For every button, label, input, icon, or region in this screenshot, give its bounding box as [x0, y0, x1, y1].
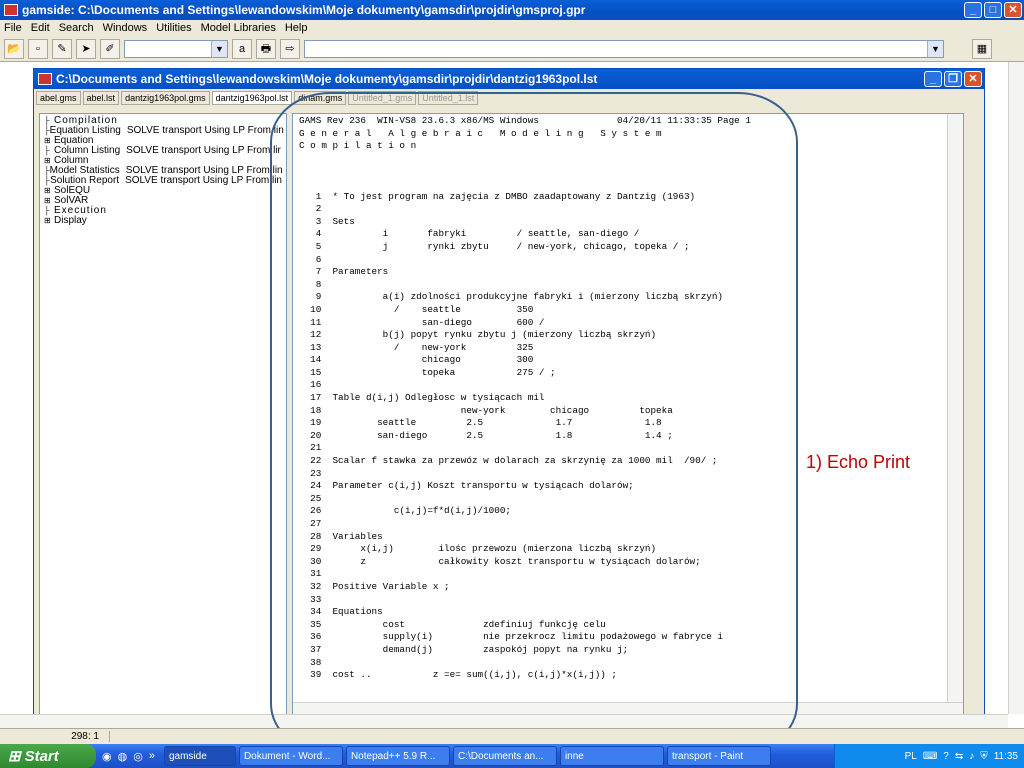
chevron-down-icon[interactable]: ▼: [927, 40, 943, 57]
minimize-button[interactable]: _: [924, 71, 942, 87]
restore-button[interactable]: ❐: [944, 71, 962, 87]
tree-line-icon: ├: [44, 206, 50, 215]
tab-dantzig1963pol-lst[interactable]: dantzig1963pol.lst: [211, 91, 293, 105]
taskbar-item[interactable]: Notepad++ 5.9 R...: [345, 746, 450, 766]
tab-dantzig1963pol-gms[interactable]: dantzig1963pol.gms: [121, 91, 210, 105]
taskbar-item[interactable]: Dokument - Word...: [238, 746, 343, 766]
taskbar-item[interactable]: transport - Paint: [666, 746, 771, 766]
taskbar-item[interactable]: gamside: [163, 746, 236, 766]
listing-pane[interactable]: GAMS Rev 236 WIN-VS8 23.6.3 x86/MS Windo…: [292, 113, 964, 717]
taskbar-item[interactable]: inne: [559, 746, 664, 766]
tab-dinam-gms[interactable]: dinam.gms: [294, 91, 347, 105]
chevron-down-icon[interactable]: ▼: [211, 40, 227, 57]
menu-item-utilities[interactable]: Utilities: [156, 22, 191, 34]
tab-abel-lst[interactable]: abel.lst: [82, 91, 120, 105]
font-icon[interactable]: a: [232, 38, 252, 59]
menu-item-search[interactable]: Search: [59, 22, 94, 34]
gamside-app-icon: [4, 4, 18, 16]
options-icon[interactable]: ✐: [100, 38, 120, 59]
model-icon[interactable]: ✎: [52, 38, 72, 59]
model-library-icon[interactable]: ▦: [972, 38, 992, 59]
windows-logo-icon: ⊞: [8, 748, 21, 765]
close-button[interactable]: ✕: [1004, 2, 1022, 18]
minimize-button[interactable]: _: [964, 2, 982, 18]
listing-window-title: C:\Documents and Settings\lewandowskim\M…: [56, 72, 598, 86]
window-title: gamside: C:\Documents and Settings\lewan…: [22, 3, 586, 17]
open-folder-icon[interactable]: 📂: [4, 38, 24, 59]
toolbar: 📂 ▫ ✎ ➤ ✐ ▼ a 🖶 ⇨ ▼ ▦: [0, 36, 1024, 62]
taskbar: ⊞ Start ◉ ◍ ◎ » gamside Dokument - Word..…: [0, 744, 1024, 768]
tab-untitled-1-gms[interactable]: Untitled_1.gms: [348, 91, 417, 105]
taskbar-item[interactable]: C:\Documents an...: [452, 746, 557, 766]
tree-item-desc: SOLVE transport Using LP From lin: [126, 125, 284, 136]
save-icon[interactable]: ▫: [28, 38, 48, 59]
tree-item-desc: SOLVE transport Using LP From lin: [125, 175, 282, 186]
tab-untitled-1-lst[interactable]: Untitled_1.lst: [418, 91, 479, 105]
window-titlebar[interactable]: gamside: C:\Documents and Settings\lewan…: [0, 0, 1024, 20]
options-combo[interactable]: ▼: [124, 39, 228, 58]
start-button[interactable]: ⊞ Start: [0, 744, 96, 768]
run-icon[interactable]: ➤: [76, 38, 96, 59]
keyboard-icon[interactable]: ⌨: [923, 751, 937, 762]
firefox-icon[interactable]: ◉: [102, 750, 112, 763]
vertical-scrollbar[interactable]: [947, 114, 963, 716]
next-icon[interactable]: ⇨: [280, 38, 300, 59]
listing-tree[interactable]: ├ Compilation ├ Equation Listing SOLVE trans…: [39, 113, 287, 717]
language-indicator[interactable]: PL: [905, 751, 917, 762]
expand-icon[interactable]: ⊞: [44, 196, 54, 206]
listing-text: GAMS Rev 236 WIN-VS8 23.6.3 x86/MS Windo…: [299, 115, 751, 681]
menu-item-model-libraries[interactable]: Model Libraries: [201, 22, 276, 34]
clock: 11:35: [993, 750, 1018, 762]
shield-icon[interactable]: ⛨: [980, 751, 988, 762]
help-icon[interactable]: ?: [943, 751, 949, 762]
browser-icon[interactable]: ◍: [118, 750, 128, 763]
quick-launch-chevron[interactable]: »: [149, 750, 155, 763]
outer-horizontal-scrollbar[interactable]: [0, 714, 1008, 728]
expand-icon[interactable]: ⊞: [44, 216, 54, 226]
task-buttons: gamside Dokument - Word... Notepad++ 5.9 R…: [161, 746, 771, 766]
network-icon[interactable]: ⇆: [955, 751, 963, 762]
menu-bar: File Edit Search Windows Utilities Model Libr…: [0, 20, 1024, 36]
cursor-position: 298: 1: [0, 731, 110, 742]
annotation-label: 1) Echo Print: [806, 452, 911, 472]
tab-abel-gms[interactable]: abel.gms: [36, 91, 81, 105]
outer-vertical-scrollbar[interactable]: [1008, 62, 1024, 714]
model-combo[interactable]: ▼: [304, 39, 944, 58]
system-tray: PL ⌨ ? ⇆ ♪ ⛨ 11:35: [834, 744, 1024, 768]
tree-item-label: Display: [54, 215, 87, 226]
expand-icon[interactable]: ⊞: [44, 186, 54, 196]
listing-window: C:\Documents and Settings\lewandowskim\M…: [33, 68, 985, 728]
menu-item-windows[interactable]: Windows: [103, 22, 148, 34]
menu-item-help[interactable]: Help: [285, 22, 308, 34]
quick-launch: ◉ ◍ ◎ »: [96, 750, 161, 763]
status-bar: 298: 1: [0, 728, 1024, 744]
volume-icon[interactable]: ♪: [969, 751, 974, 762]
tree-item-desc: SOLVE transport Using LP From lir: [126, 145, 281, 156]
listing-window-titlebar[interactable]: C:\Documents and Settings\lewandowskim\M…: [34, 69, 984, 89]
document-icon: [38, 73, 52, 85]
start-label: Start: [24, 747, 59, 765]
menu-item-file[interactable]: File: [4, 22, 22, 34]
tree-line-icon: ├: [44, 146, 50, 155]
expand-icon[interactable]: ⊞: [44, 136, 54, 146]
print-icon[interactable]: 🖶: [256, 38, 276, 59]
tree-item[interactable]: ⊞ Display: [44, 216, 282, 226]
close-button[interactable]: ✕: [964, 71, 982, 87]
menu-item-edit[interactable]: Edit: [31, 22, 50, 34]
app-icon[interactable]: ◎: [133, 750, 143, 763]
file-tabs: abel.gms abel.lst dantzig1963pol.gms dantzi…: [34, 91, 479, 107]
maximize-button[interactable]: □: [984, 2, 1002, 18]
